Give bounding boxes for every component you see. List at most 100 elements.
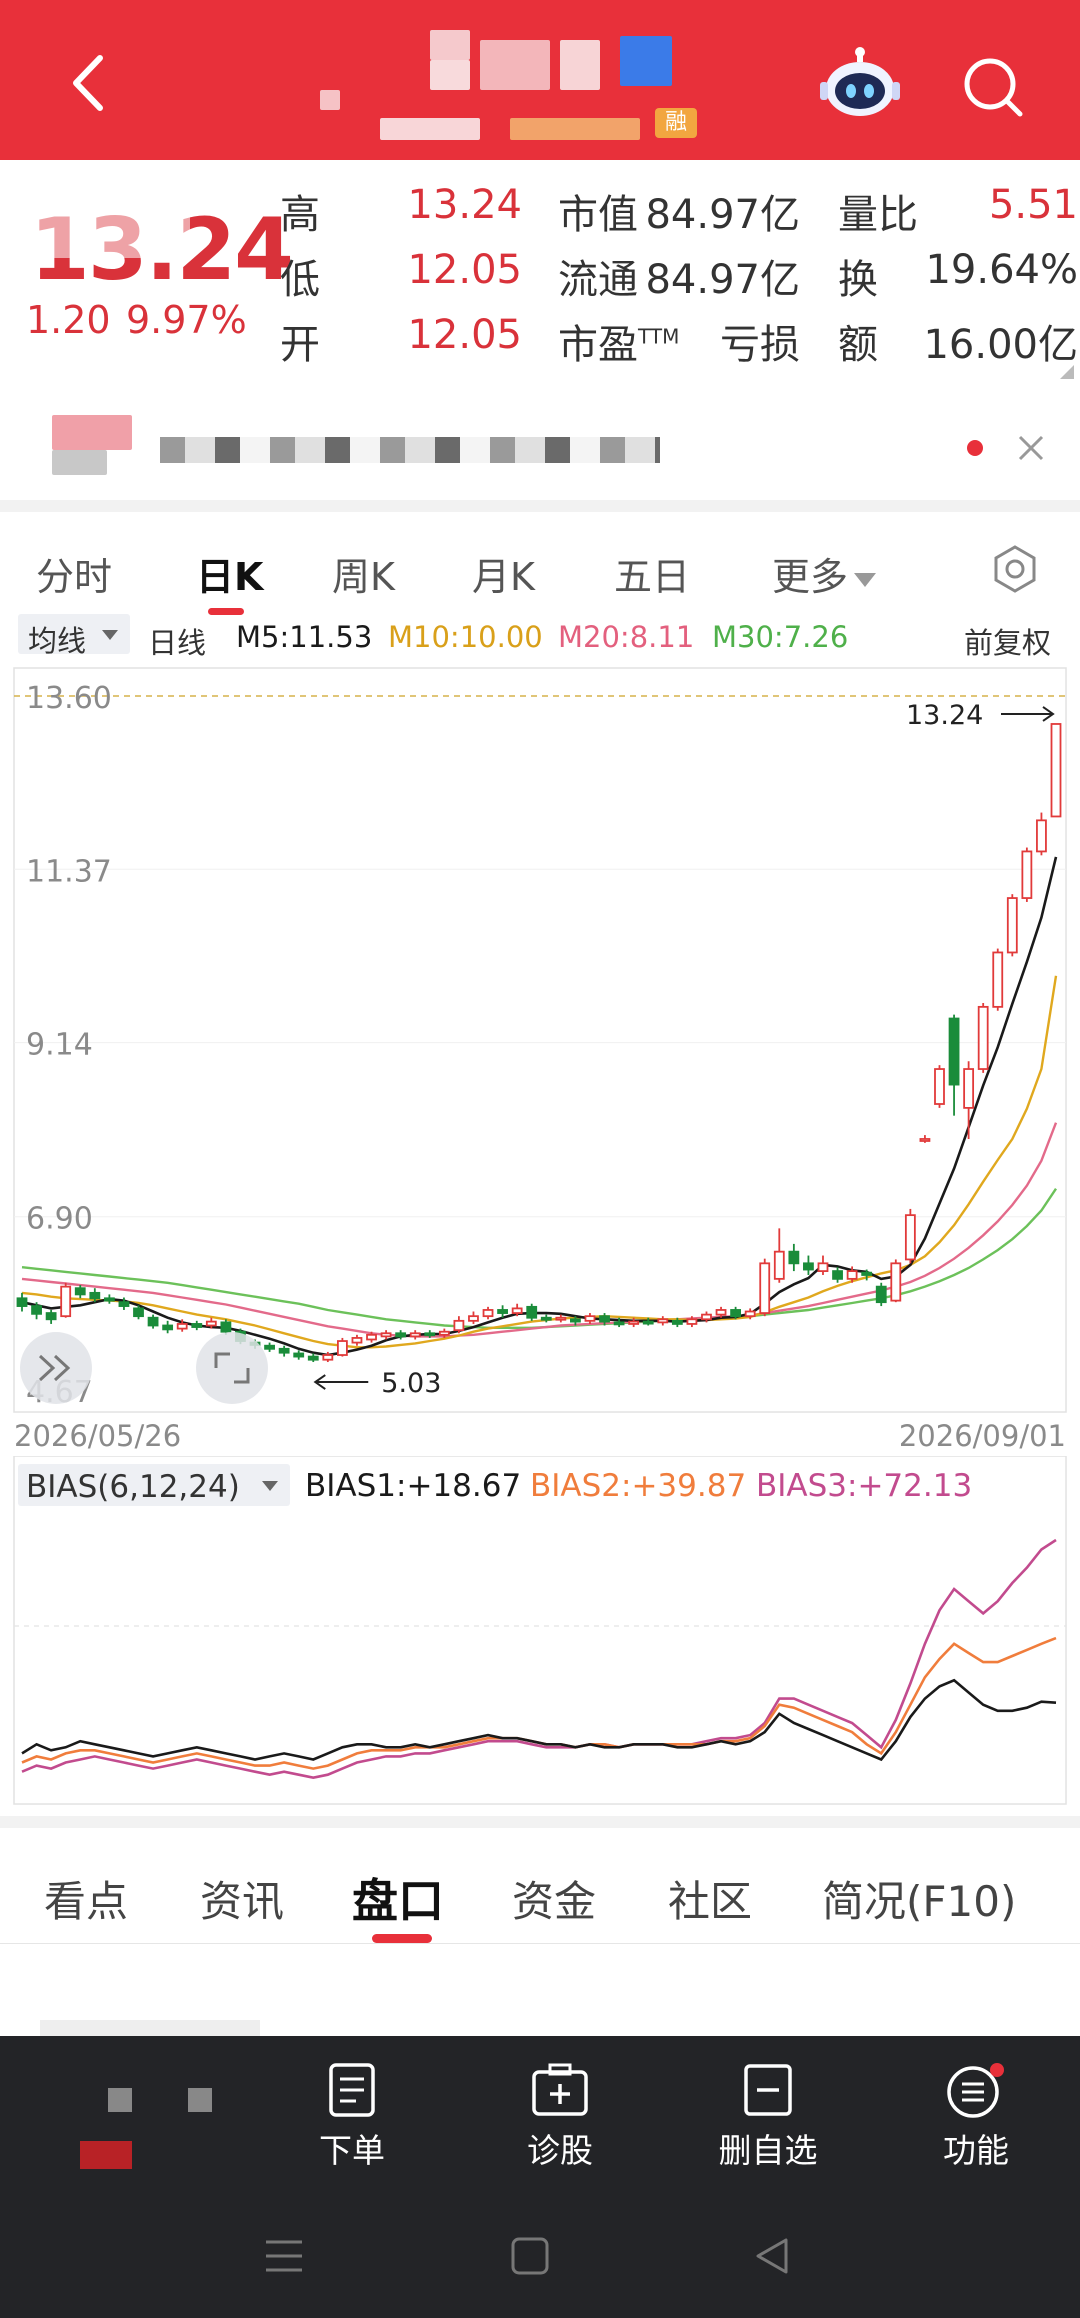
- x-start-label: 2026/05/26: [14, 1419, 181, 1453]
- ma-selector[interactable]: 均线: [18, 614, 130, 658]
- tab-funds[interactable]: 资金: [512, 1868, 596, 1929]
- tab-more-label: 更多: [772, 555, 849, 599]
- remove-watchlist-icon[interactable]: [698, 2062, 838, 2122]
- dock-obscured: [108, 2088, 132, 2112]
- pe-label-text: 市盈: [558, 322, 638, 368]
- candle-down: [948, 1017, 960, 1086]
- candle-down: [875, 1285, 887, 1304]
- open-value: 12.05: [407, 312, 522, 358]
- tab-five-day[interactable]: 五日: [614, 546, 690, 601]
- remove-watchlist-button[interactable]: 删自选: [698, 2124, 838, 2172]
- dropdown-caret-icon: [854, 572, 877, 587]
- tab-intraday[interactable]: 分时: [36, 546, 112, 601]
- bias2-line: [21, 1636, 1057, 1770]
- pe-value: 亏损: [720, 322, 800, 368]
- quote-panel: 13.24 1.20 9.97% 高 低 开 13.24 12.05 12.05…: [0, 160, 1080, 385]
- bias-chart[interactable]: [0, 1456, 1080, 1816]
- candle-up: [584, 1315, 596, 1322]
- ma-selector-label: 均线: [28, 624, 87, 658]
- candle-down: [395, 1332, 407, 1338]
- tab-order-book[interactable]: 盘口: [352, 1865, 444, 1931]
- candle-up: [701, 1313, 712, 1321]
- candle-up: [759, 1262, 771, 1314]
- candle-down: [89, 1291, 101, 1300]
- fullscreen-bg: [196, 1332, 268, 1404]
- turnover-label: 换: [838, 257, 878, 303]
- candle-down: [832, 1270, 843, 1280]
- candle-up: [380, 1332, 392, 1338]
- diagnose-button[interactable]: 诊股: [490, 2124, 630, 2172]
- ma-type: 日线: [148, 626, 207, 660]
- candle-up: [744, 1310, 756, 1318]
- close-icon[interactable]: [1016, 433, 1046, 463]
- candle-up: [322, 1354, 334, 1361]
- candle-up: [773, 1250, 785, 1280]
- open-label: 开: [280, 322, 320, 368]
- candle-down: [526, 1305, 538, 1319]
- mkt-cap-value: 84.97亿: [645, 192, 800, 238]
- order-icon[interactable]: [282, 2062, 422, 2122]
- tab-weekly-k[interactable]: 周K: [332, 546, 395, 601]
- amount-label: 额: [838, 322, 878, 368]
- ma30-value: M30:7.26: [712, 620, 849, 654]
- nav-back-icon[interactable]: [752, 2236, 792, 2276]
- kline-chart[interactable]: 13.6011.379.146.904.6713.245.032026/05/2…: [0, 660, 1080, 1460]
- settings-hexagon-icon[interactable]: [990, 544, 1040, 594]
- candle-up: [919, 1138, 931, 1142]
- robot-assistant-icon[interactable]: [820, 44, 900, 124]
- tab-community[interactable]: 社区: [668, 1868, 752, 1929]
- float-cap-label: 流通: [558, 257, 638, 303]
- tab-f10[interactable]: 简况(F10): [822, 1868, 1016, 1929]
- tab-monthly-k[interactable]: 月K: [472, 546, 535, 601]
- candle-up: [817, 1262, 829, 1272]
- candle-up: [1036, 819, 1047, 853]
- margin-badge: 融: [655, 108, 697, 138]
- candle-down: [31, 1305, 42, 1315]
- candle-up: [657, 1318, 669, 1324]
- candle-up: [904, 1214, 916, 1261]
- dock-obscured-3: [80, 2141, 132, 2169]
- candle-down: [293, 1352, 305, 1358]
- candle-up: [1050, 723, 1062, 818]
- price-obscure: [40, 208, 190, 258]
- order-button[interactable]: 下单: [282, 2124, 422, 2172]
- notice-avatar-obscured: [52, 415, 132, 450]
- dock-obscured-2: [188, 2088, 212, 2112]
- tab-daily-k[interactable]: 日K: [196, 546, 263, 601]
- candle-down: [220, 1321, 232, 1333]
- functions-menu-icon[interactable]: [906, 2062, 1046, 2124]
- candle-down: [803, 1262, 814, 1271]
- ma10-value: M10:10.00: [388, 620, 543, 654]
- adjust-mode[interactable]: 前复权: [964, 620, 1051, 662]
- back-icon[interactable]: [60, 48, 120, 118]
- diagnose-icon[interactable]: [490, 2062, 630, 2122]
- low-value: 12.05: [407, 247, 522, 293]
- top-bar: 融: [0, 0, 1080, 160]
- candle-down: [103, 1297, 115, 1302]
- collapse-panel-button[interactable]: [20, 1332, 92, 1404]
- candle-up: [336, 1340, 348, 1356]
- nav-home-icon[interactable]: [510, 2236, 550, 2276]
- fullscreen-button[interactable]: [196, 1332, 268, 1404]
- notice-bar[interactable]: [0, 385, 1080, 500]
- period-tabs: 分时 日K 周K 月K 五日 更多: [0, 500, 1080, 615]
- candle-down: [147, 1316, 159, 1327]
- candle-up: [176, 1323, 188, 1330]
- expand-corner-icon[interactable]: [1060, 365, 1074, 379]
- candle-down: [264, 1344, 275, 1350]
- tab-news[interactable]: 资讯: [200, 1868, 284, 1929]
- unread-dot: [967, 440, 983, 456]
- candle-up: [438, 1330, 450, 1336]
- candle-down: [307, 1355, 319, 1361]
- y-tick-label: 6.90: [26, 1202, 93, 1237]
- tab-more[interactable]: 更多: [772, 546, 877, 601]
- tab-highlights[interactable]: 看点: [44, 1868, 128, 1929]
- search-icon[interactable]: [958, 52, 1028, 122]
- functions-button[interactable]: 功能: [906, 2124, 1046, 2172]
- candle-up: [511, 1307, 523, 1314]
- ma-legend-bar: 均线 日线 M5:11.53 M10:10.00 M20:8.11 M30:7.…: [0, 610, 1080, 660]
- section-peek: [40, 2020, 260, 2036]
- candle-down: [278, 1347, 290, 1354]
- nav-menu-icon[interactable]: [262, 2236, 306, 2276]
- ma30-line: [21, 1188, 1057, 1329]
